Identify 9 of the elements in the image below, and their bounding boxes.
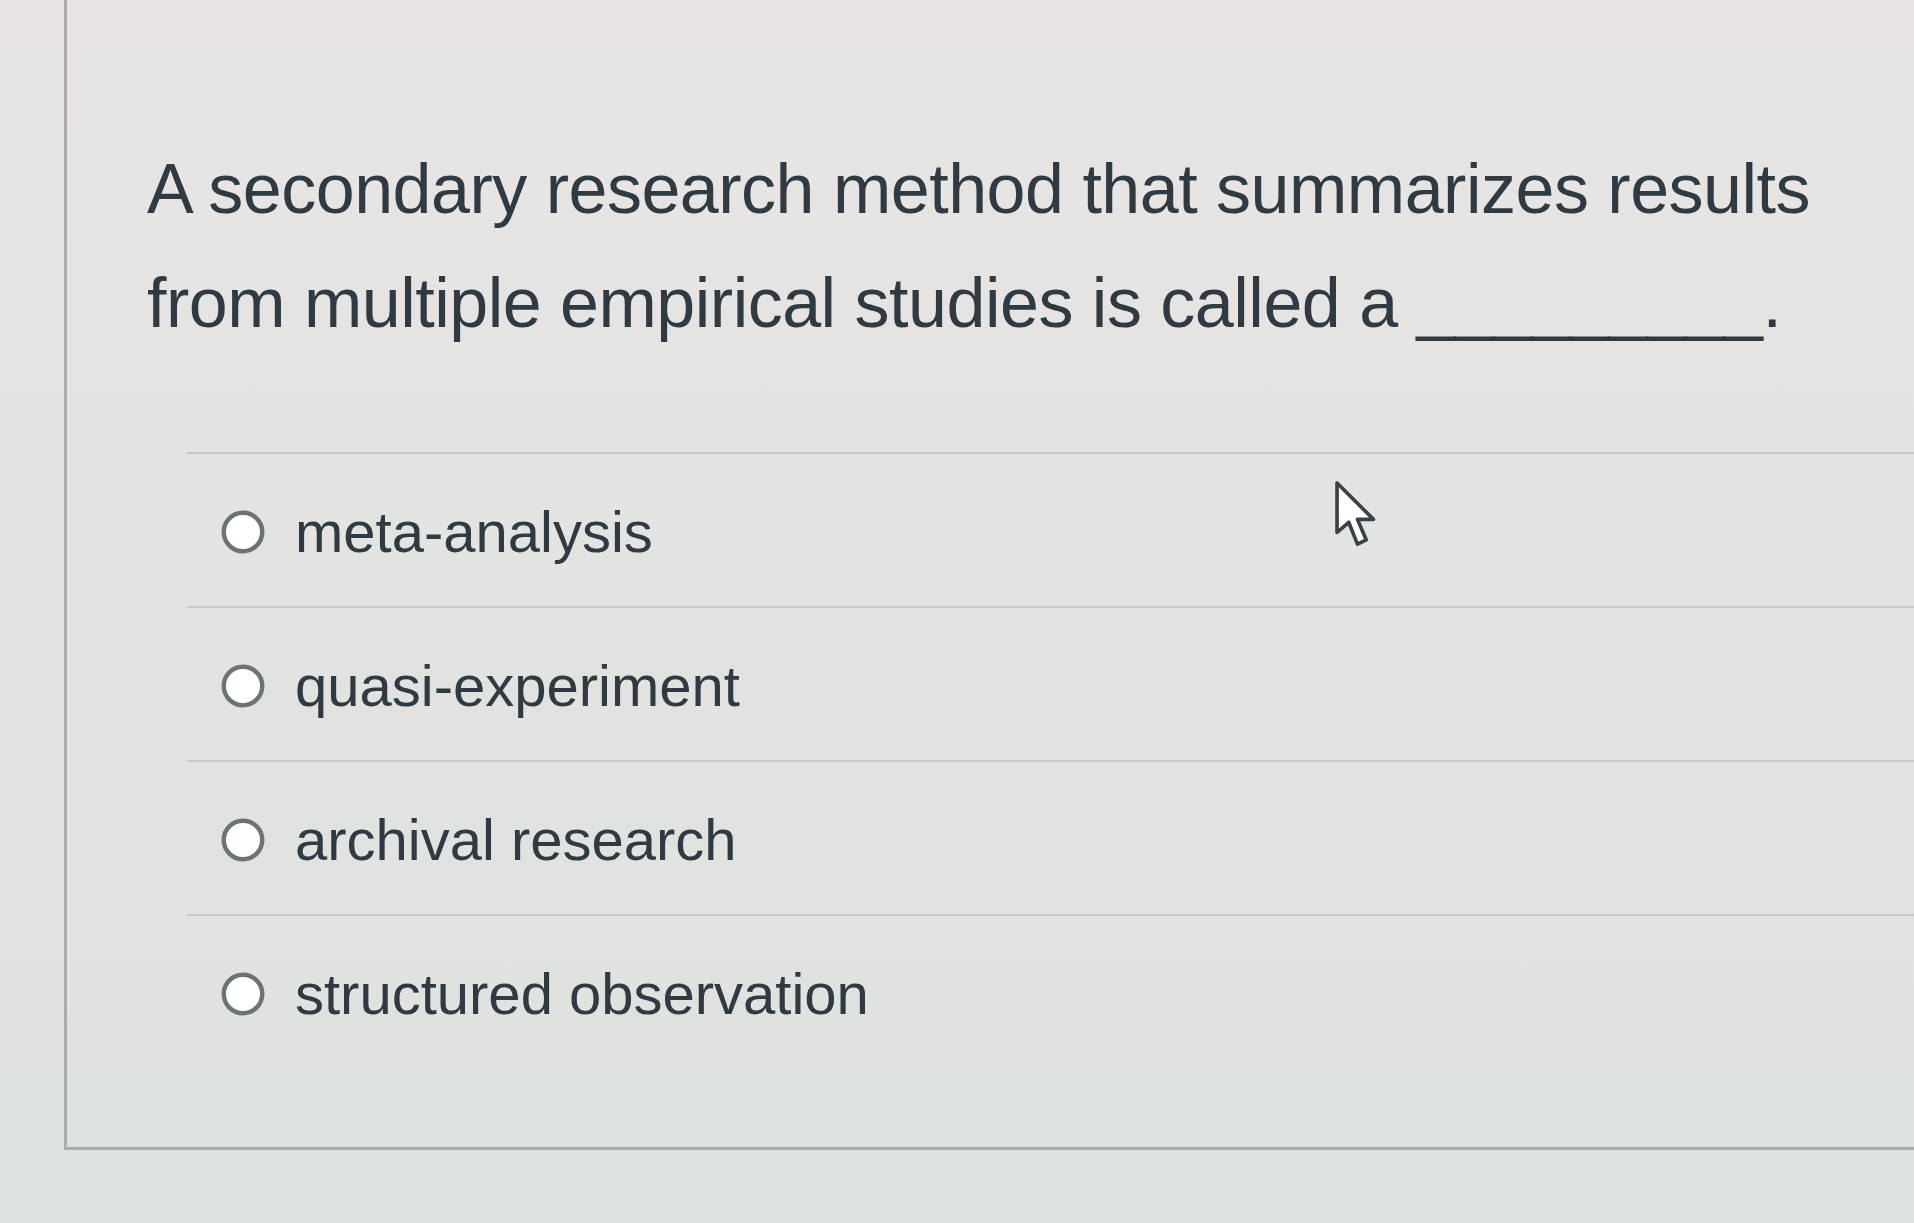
answer-option[interactable]: archival research xyxy=(221,802,737,878)
answer-option[interactable]: structured observation xyxy=(221,956,869,1032)
radio-button-icon[interactable] xyxy=(221,510,265,554)
radio-button-icon[interactable] xyxy=(221,664,265,708)
radio-button-icon[interactable] xyxy=(221,818,265,862)
answer-option[interactable]: quasi-experiment xyxy=(221,648,740,724)
radio-button-icon[interactable] xyxy=(221,972,265,1016)
question-text: A secondary research method that summarizes results from multiple empirical studies is called a _________. xyxy=(147,149,1811,344)
answer-option[interactable]: meta-analysis xyxy=(221,494,653,570)
